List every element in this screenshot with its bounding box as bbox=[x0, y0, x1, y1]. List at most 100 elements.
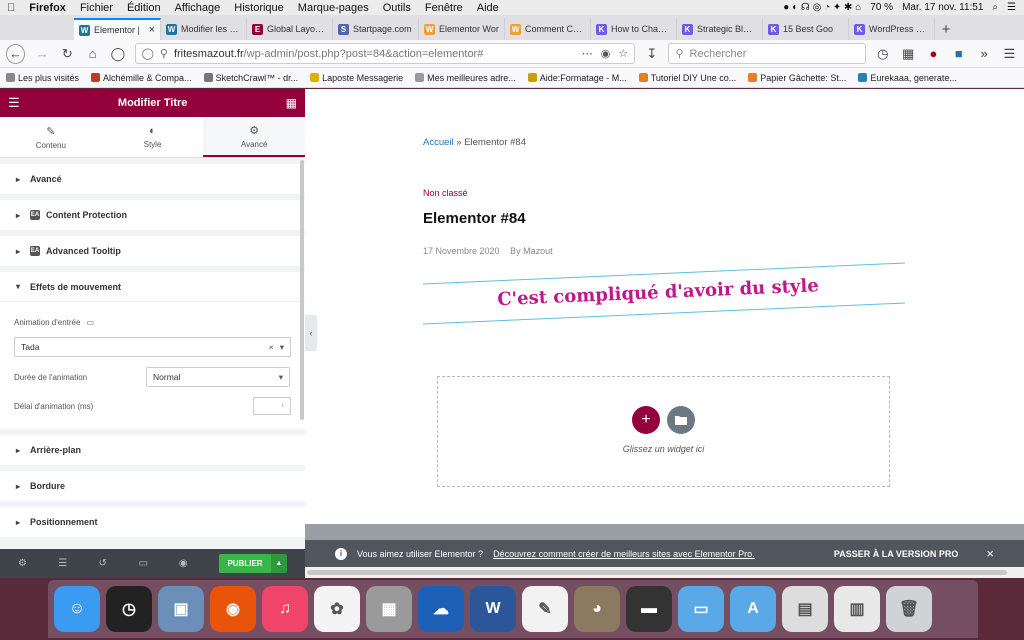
hamburger-icon[interactable]: ☰ bbox=[8, 95, 20, 111]
url-bar[interactable]: ◯ ⚲ fritesmazout.fr/wp-admin/post.php?po… bbox=[134, 43, 636, 64]
close-tab-icon[interactable]: × bbox=[149, 24, 155, 36]
menu-fenetre[interactable]: Fenêtre bbox=[418, 2, 470, 14]
preview-eye-icon[interactable]: ◉ bbox=[179, 558, 219, 569]
preview-icon[interactable]: ▣ bbox=[158, 586, 204, 632]
template-library-button[interactable] bbox=[667, 406, 695, 434]
publish-button[interactable]: PUBLIER bbox=[219, 554, 271, 573]
tab-2[interactable]: E Global Layout S bbox=[247, 18, 333, 40]
menu-icon[interactable]: ☰ bbox=[1001, 45, 1018, 63]
tab-8[interactable]: K 15 Best Goo bbox=[763, 18, 849, 40]
music-icon[interactable]: ♫ bbox=[262, 586, 308, 632]
bookmark-item[interactable]: Alchémille & Compa... bbox=[91, 73, 192, 83]
menu-fichier[interactable]: Fichier bbox=[73, 2, 120, 14]
section-arriere-plan[interactable]: ▸ Arrière-plan bbox=[0, 435, 305, 465]
clear-icon[interactable]: × bbox=[269, 342, 274, 353]
tab-0[interactable]: W Elementor | × bbox=[74, 18, 161, 40]
document-icon[interactable]: ▤ bbox=[782, 586, 828, 632]
navigator-icon[interactable]: ☰ bbox=[58, 558, 98, 569]
widgets-grid-icon[interactable]: ▦ bbox=[286, 96, 297, 110]
add-section-button[interactable]: + bbox=[632, 406, 660, 434]
word-icon[interactable]: W bbox=[470, 586, 516, 632]
notification-center-icon[interactable]: ☰ bbox=[1007, 2, 1016, 13]
photos-icon[interactable]: ✿ bbox=[314, 586, 360, 632]
panel-scrollbar[interactable] bbox=[300, 160, 304, 420]
reload-button[interactable]: ↻ bbox=[59, 45, 76, 63]
promo-link[interactable]: Découvrez comment créer de meilleurs sit… bbox=[493, 549, 755, 559]
search-input[interactable]: ⚲ Rechercher bbox=[668, 43, 867, 64]
responsive-icon[interactable]: ▭ bbox=[139, 558, 179, 569]
sidebar-icon[interactable]: ▦ bbox=[899, 45, 916, 63]
section-motion-header[interactable]: ▾ Effets de mouvement bbox=[0, 272, 305, 302]
section-avance[interactable]: ▸ Avancé bbox=[0, 164, 305, 194]
menu-marque-pages[interactable]: Marque-pages bbox=[291, 2, 376, 14]
section-positionnement[interactable]: ▸ Positionnement bbox=[0, 507, 305, 537]
menu-affichage[interactable]: Affichage bbox=[168, 2, 228, 14]
menu-edition[interactable]: Édition bbox=[120, 2, 168, 14]
bookmark-item[interactable]: Tutoriel DIY Une co... bbox=[638, 73, 736, 83]
status-icons[interactable]: ● ◐ ☊ ◎ ◔ ✦ ✱ ⌂ bbox=[783, 2, 861, 13]
trash-icon[interactable]: 🗑 bbox=[886, 586, 932, 632]
firefox-icon[interactable]: ◉ bbox=[210, 586, 256, 632]
folder-icon[interactable]: ▭ bbox=[678, 586, 724, 632]
tab-5[interactable]: W Comment Chan bbox=[505, 18, 591, 40]
extension-s-icon[interactable]: ■ bbox=[950, 45, 967, 63]
ublock-icon[interactable]: ● bbox=[925, 45, 942, 63]
menu-outils[interactable]: Outils bbox=[376, 2, 418, 14]
bookmark-item[interactable]: Les plus visités bbox=[6, 73, 79, 83]
applications-folder-icon[interactable]: A bbox=[730, 586, 776, 632]
download-icon[interactable]: ↧ bbox=[643, 45, 660, 63]
spotlight-icon[interactable]: ⌕ bbox=[992, 2, 998, 13]
post-author[interactable]: By Mazout bbox=[510, 246, 553, 256]
settings-icon[interactable]: ⚙ bbox=[18, 558, 58, 569]
collapse-panel-button[interactable]: ‹ bbox=[305, 315, 317, 351]
close-icon[interactable]: × bbox=[986, 546, 994, 561]
tab-9[interactable]: K WordPress Fre bbox=[849, 18, 935, 40]
apple-menu-icon[interactable]:  bbox=[0, 2, 22, 14]
tab-style[interactable]: ◐ Style bbox=[102, 117, 204, 157]
bookmark-item[interactable]: Laposte Messagerie bbox=[310, 73, 403, 83]
styled-heading-widget[interactable]: C'est compliqué d'avoir du style bbox=[423, 258, 905, 330]
bookmark-item[interactable]: SketchCrawl™ - dr... bbox=[203, 73, 298, 83]
battery-level[interactable]: 70 % bbox=[870, 2, 893, 13]
tab-4[interactable]: W Elementor Wor bbox=[419, 18, 505, 40]
publish-options-button[interactable]: ▲ bbox=[270, 554, 288, 573]
bookmark-star-icon[interactable]: ☆ bbox=[618, 47, 628, 60]
bookmark-item[interactable]: Mes meilleures adre... bbox=[415, 73, 516, 83]
clock[interactable]: Mar. 17 nov. 11:51 bbox=[902, 2, 983, 13]
history-icon[interactable]: ↺ bbox=[98, 558, 138, 569]
home-button[interactable]: ⌂ bbox=[84, 45, 101, 63]
desktop-icon[interactable]: ▭ bbox=[86, 318, 94, 327]
delay-input[interactable]: ↕ bbox=[253, 397, 291, 415]
section-bordure[interactable]: ▸ Bordure bbox=[0, 471, 305, 501]
scroll-thumb[interactable] bbox=[307, 570, 1007, 575]
forward-button[interactable]: → bbox=[33, 45, 50, 63]
history-icon[interactable]: ◷ bbox=[874, 45, 891, 63]
document-preview-icon[interactable]: ▥ bbox=[834, 586, 880, 632]
new-tab-button[interactable]: + bbox=[935, 18, 957, 40]
tab-1[interactable]: W Modifier les the bbox=[161, 18, 247, 40]
back-button[interactable]: ← bbox=[6, 43, 26, 64]
stepper-icon[interactable]: ↕ bbox=[281, 403, 284, 409]
bookmark-item[interactable]: Aide:Formatage - M... bbox=[527, 73, 627, 83]
preview-scrollbar[interactable] bbox=[1015, 89, 1024, 524]
menu-app-name[interactable]: Firefox bbox=[22, 2, 73, 14]
horizontal-scrollbar[interactable] bbox=[305, 567, 1024, 578]
widget-drop-zone[interactable] bbox=[437, 376, 890, 487]
bookmark-item[interactable]: Papier Gâchette: St... bbox=[748, 73, 846, 83]
openoffice-icon[interactable]: ☁ bbox=[418, 586, 464, 632]
tab-3[interactable]: S Startpage.com bbox=[333, 18, 419, 40]
shield-icon[interactable]: ◯ bbox=[142, 47, 154, 60]
pocket-icon[interactable]: ◉ bbox=[601, 47, 611, 60]
upgrade-pro-button[interactable]: PASSER À LA VERSION PRO bbox=[834, 549, 959, 559]
tab-contenu[interactable]: ✎ Contenu bbox=[0, 117, 102, 157]
extension-arrow-icon[interactable]: » bbox=[975, 45, 992, 63]
bookmark-item[interactable]: Eurekaaa, generate... bbox=[858, 73, 957, 83]
tab-avance[interactable]: ⚙ Avancé bbox=[203, 117, 306, 157]
tab-7[interactable]: K Strategic Blogg bbox=[677, 18, 763, 40]
duration-select[interactable]: Normal ▾ bbox=[146, 367, 290, 387]
mask-icon[interactable]: ◯ bbox=[109, 45, 126, 63]
menu-aide[interactable]: Aide bbox=[470, 2, 506, 14]
scanner-icon[interactable]: ▬ bbox=[626, 586, 672, 632]
tab-6[interactable]: K How to Change bbox=[591, 18, 677, 40]
textedit-icon[interactable]: ✎ bbox=[522, 586, 568, 632]
